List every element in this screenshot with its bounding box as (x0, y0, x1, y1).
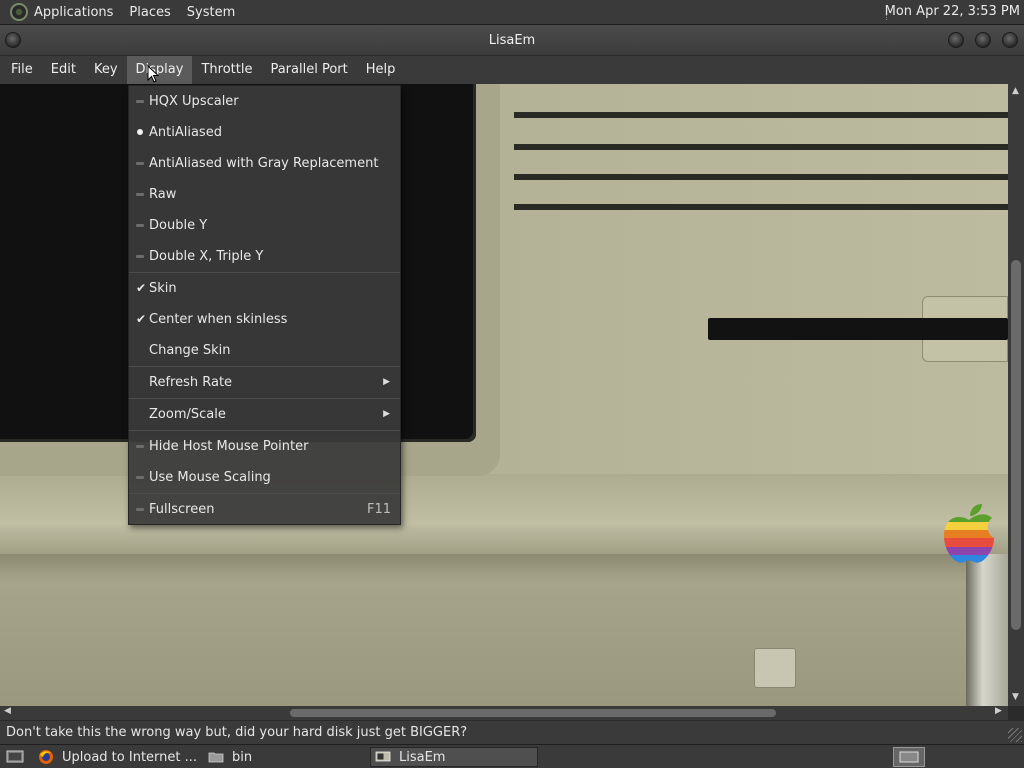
menu-edit[interactable]: Edit (42, 56, 85, 84)
radio-on-icon (137, 129, 143, 135)
menu-item-double-x-triple-y[interactable]: Double X, Triple Y (129, 241, 400, 272)
vertical-scrollbar[interactable]: ▲ ▼ (1008, 84, 1024, 706)
radio-off-icon (136, 100, 144, 103)
radio-off-icon (136, 193, 144, 196)
horizontal-scroll-thumb[interactable] (290, 709, 776, 717)
case-vent (514, 174, 1008, 180)
submenu-arrow-icon: ▶ (383, 377, 390, 387)
task-firefox[interactable]: Upload to Internet ... (34, 747, 200, 767)
menu-item-change-skin[interactable]: Change Skin (129, 335, 400, 366)
submenu-arrow-icon: ▶ (383, 409, 390, 419)
menu-parallel-port[interactable]: Parallel Port (261, 56, 356, 84)
window-titlebar[interactable]: LisaEm (0, 25, 1024, 56)
menu-item-zoom-scale[interactable]: Zoom/Scale ▶ (129, 399, 400, 430)
menu-item-hide-host-mouse-pointer[interactable]: Hide Host Mouse Pointer (129, 431, 400, 462)
system-menu[interactable]: System (187, 5, 243, 20)
check-icon: ✔ (136, 312, 147, 326)
workspace-icon (899, 751, 919, 763)
close-button[interactable] (1002, 32, 1018, 48)
vertical-scroll-thumb[interactable] (1011, 260, 1021, 630)
scroll-up-arrow-icon[interactable]: ▲ (1012, 86, 1019, 96)
menu-throttle[interactable]: Throttle (192, 56, 261, 84)
status-message: Don't take this the wrong way but, did y… (6, 725, 468, 740)
case-vent (514, 204, 1008, 210)
check-icon: ✔ (136, 281, 147, 295)
scroll-left-arrow-icon[interactable]: ◀ (4, 706, 11, 716)
case-vent (514, 144, 1008, 150)
top-panel: Applications Places System Mon Apr 22, 3… (0, 0, 1024, 25)
display-dropdown-menu: HQX Upscaler AntiAliased AntiAliased wit… (128, 85, 401, 525)
workspace-switcher[interactable] (893, 747, 925, 767)
menu-item-center-when-skinless[interactable]: ✔ Center when skinless (129, 304, 400, 335)
lisa-app-icon (375, 751, 391, 762)
case-side-panel (966, 554, 1008, 706)
toggle-off-icon (136, 445, 144, 448)
apple-logo-icon (944, 504, 994, 563)
menu-key[interactable]: Key (85, 56, 127, 84)
power-button[interactable] (754, 648, 796, 688)
radio-off-icon (136, 162, 144, 165)
scroll-right-arrow-icon[interactable]: ▶ (995, 706, 1002, 716)
toggle-off-icon (136, 476, 144, 479)
menu-item-double-y[interactable]: Double Y (129, 210, 400, 241)
task-bin-folder[interactable]: bin (204, 747, 364, 767)
task-label: Upload to Internet ... (62, 749, 198, 765)
applications-menu[interactable]: Applications (34, 5, 121, 20)
task-label: bin (232, 749, 253, 765)
show-desktop-button[interactable] (2, 747, 24, 767)
folder-icon (208, 752, 224, 763)
firefox-icon (39, 750, 53, 764)
menu-help[interactable]: Help (357, 56, 405, 84)
places-menu[interactable]: Places (129, 5, 178, 20)
shortcut-label: F11 (366, 502, 391, 517)
radio-off-icon (136, 224, 144, 227)
mouse-cursor-icon (147, 65, 159, 83)
menu-item-antialiased[interactable]: AntiAliased (129, 117, 400, 148)
case-vent (514, 112, 1008, 118)
task-lisaem[interactable]: LisaEm (370, 747, 538, 767)
horizontal-scrollbar[interactable]: ◀ ▶ (0, 706, 1008, 720)
menu-item-refresh-rate[interactable]: Refresh Rate ▶ (129, 367, 400, 398)
clock[interactable]: Mon Apr 22, 3:53 PM (885, 4, 1020, 19)
case-base (0, 554, 1008, 706)
taskbar: Upload to Internet ... bin LisaEm (0, 744, 1024, 768)
toggle-off-icon (136, 508, 144, 511)
window-title: LisaEm (488, 33, 536, 48)
floppy-slot[interactable] (708, 318, 1008, 340)
menu-item-use-mouse-scaling[interactable]: Use Mouse Scaling (129, 462, 400, 493)
scroll-down-arrow-icon[interactable]: ▼ (1012, 692, 1019, 702)
menu-item-fullscreen[interactable]: Fullscreen F11 (129, 494, 400, 525)
menu-item-hqx-upscaler[interactable]: HQX Upscaler (129, 86, 400, 117)
menu-display[interactable]: Display (126, 56, 193, 84)
menu-file[interactable]: File (2, 56, 42, 84)
resize-grip-icon[interactable] (1008, 728, 1022, 742)
status-bar: Don't take this the wrong way but, did y… (0, 720, 1024, 744)
desktop-icon (6, 750, 24, 763)
menu-item-antialiased-gray[interactable]: AntiAliased with Gray Replacement (129, 148, 400, 179)
radio-off-icon (136, 255, 144, 258)
menu-item-skin[interactable]: ✔ Skin (129, 273, 400, 304)
maximize-button[interactable] (975, 32, 991, 48)
minimize-button[interactable] (948, 32, 964, 48)
menu-item-raw[interactable]: Raw (129, 179, 400, 210)
task-label: LisaEm (399, 749, 446, 765)
distro-logo-icon[interactable] (10, 3, 28, 21)
